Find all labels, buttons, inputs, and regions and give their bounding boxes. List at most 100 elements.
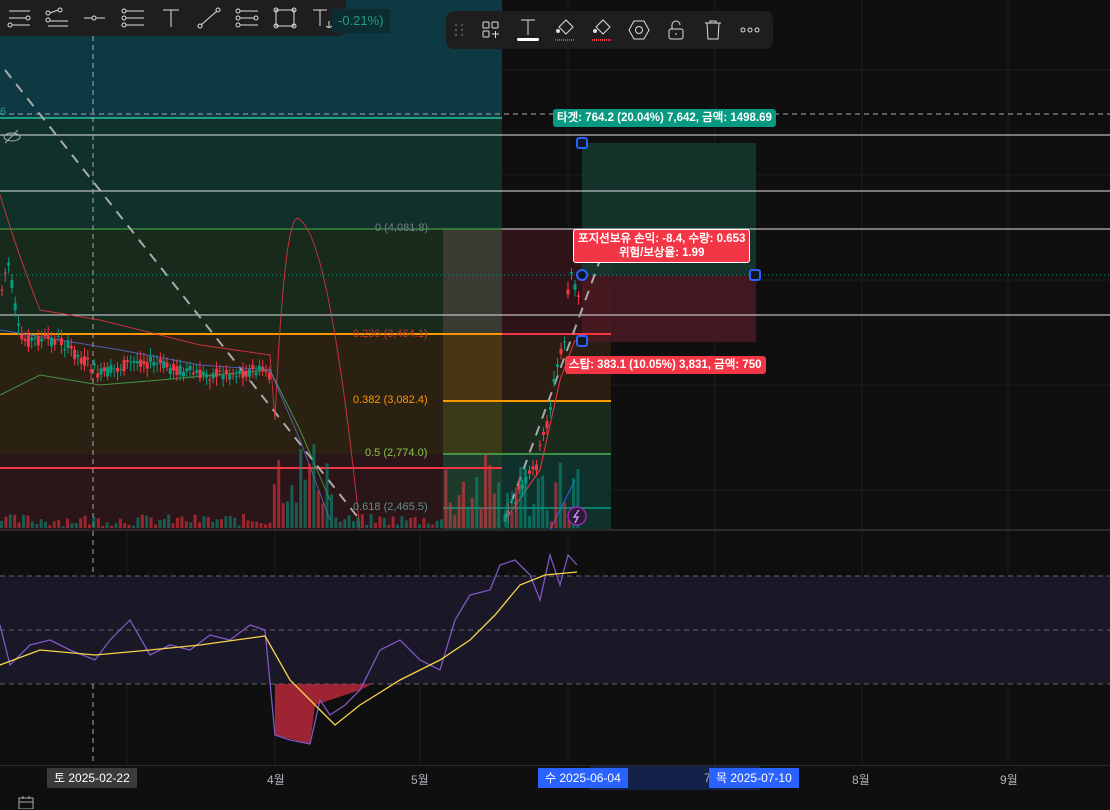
volume-bar [466, 507, 470, 528]
tick-may: 5월 [411, 773, 429, 787]
volume-bar [70, 523, 74, 528]
price-change-badge: -0.21%) [332, 9, 390, 33]
volume-bar [343, 519, 347, 528]
fill-color-green-icon[interactable] [546, 11, 583, 49]
fib-level-0236: 0.236 (3,464.1) [353, 328, 428, 340]
volume-bar [391, 516, 395, 528]
volume-bar [448, 502, 452, 528]
cursor-date-label: 토 2025-02-22 [47, 768, 137, 788]
volume-bar [554, 482, 558, 528]
pnl-label: 포지션보유 손익: -8.4, 수량: 0.653 위험/보상율: 1.99 [573, 229, 751, 263]
volume-bar [237, 525, 241, 528]
width-handle[interactable] [749, 269, 761, 281]
object-tree-icon[interactable] [472, 11, 509, 49]
rectangle-icon[interactable] [266, 0, 304, 36]
volume-bar [184, 521, 188, 528]
volume-bar [312, 444, 316, 528]
volume-bar [462, 481, 465, 528]
fib-level-0618: 0.618 (2,465.5) [353, 501, 428, 513]
volume-bar [347, 515, 351, 528]
price-scale-fragment: 6 [0, 106, 7, 118]
drag-handle-icon[interactable] [446, 11, 472, 49]
volume-bar [17, 522, 21, 528]
unlock-icon[interactable] [657, 11, 694, 49]
bottom-bar [0, 791, 1110, 810]
volume-bar [321, 503, 325, 528]
volume-bar [88, 524, 91, 528]
more-icon[interactable] [731, 11, 768, 49]
volume-bar [528, 516, 531, 528]
text-icon[interactable] [152, 0, 190, 36]
volume-bar [250, 521, 254, 528]
target-handle[interactable] [576, 137, 588, 149]
volume-bar [0, 520, 3, 528]
fill-color-red-icon[interactable] [583, 11, 620, 49]
volume-bar [330, 494, 333, 528]
volume-bar [264, 524, 267, 528]
volume-bar [563, 502, 567, 528]
settings-icon[interactable] [620, 11, 657, 49]
volume-bar [453, 514, 457, 528]
volume-bar [189, 522, 193, 528]
volume-bar [158, 519, 162, 528]
volume-bar [22, 515, 25, 528]
volume-bar [536, 478, 540, 528]
volume-bar [338, 521, 342, 528]
volume-bar [57, 519, 61, 528]
volume-bar [303, 479, 307, 528]
calendar-icon[interactable] [18, 795, 34, 809]
trash-icon[interactable] [694, 11, 731, 49]
lightning-icon[interactable] [567, 506, 587, 526]
entry-handle[interactable] [576, 269, 588, 281]
parallel-lines-icon[interactable] [38, 0, 76, 36]
volume-bar [382, 518, 386, 528]
volume-bar [294, 502, 298, 528]
horizontal-ray-icon[interactable] [0, 0, 38, 36]
volume-bar [246, 520, 250, 528]
volume-bar [308, 463, 311, 528]
volume-bar [409, 517, 413, 528]
volume-bar [404, 520, 408, 528]
fib-retracement-icon[interactable] [114, 0, 152, 36]
volume-bar [202, 516, 206, 528]
volume-bar [118, 518, 122, 528]
volume-bar [145, 515, 149, 528]
volume-bar [488, 465, 492, 528]
volume-bar [422, 517, 426, 528]
volume-bar [215, 519, 219, 528]
time-axis[interactable]: 토 2025-02-22 4월 5월 7 8월 9월 수 2025-06-04 … [0, 765, 1110, 792]
stop-handle[interactable] [576, 335, 588, 347]
volume-bar [290, 485, 294, 528]
volume-bar [13, 514, 17, 528]
fib-retracement-zones[interactable] [0, 0, 611, 530]
volume-bar [167, 514, 171, 528]
volume-bar [154, 524, 157, 528]
stop-label: 스탑: 383.1 (10.05%) 3,831, 금액: 750 [565, 356, 766, 374]
trend-line-icon[interactable] [190, 0, 228, 36]
horizontal-line-icon[interactable] [76, 0, 114, 36]
volume-bar [484, 454, 487, 528]
volume-bar [400, 516, 404, 528]
volume-bar [74, 523, 78, 528]
volume-bar [30, 521, 34, 528]
fib-level-05: 0.5 (2,774.0) [365, 447, 428, 459]
volume-bar [431, 524, 435, 528]
volume-bar [396, 524, 399, 528]
volume-bar [286, 501, 289, 528]
volume-bar [545, 510, 549, 528]
volume-bar [444, 469, 448, 528]
volume-bar [220, 519, 223, 528]
volume-bar [426, 523, 430, 528]
volume-bar [127, 524, 131, 528]
text-style-icon[interactable] [509, 11, 546, 49]
volume-bar [96, 518, 100, 528]
volume-bar [149, 517, 153, 528]
volume-bar [8, 514, 12, 528]
fib-levels-icon[interactable] [228, 0, 266, 36]
volume-bar [101, 525, 105, 528]
volume-bar [497, 482, 501, 528]
volume-bar [457, 495, 461, 528]
volume-bar [48, 524, 52, 528]
tick-august: 8월 [852, 773, 870, 787]
volume-bar [360, 514, 364, 528]
